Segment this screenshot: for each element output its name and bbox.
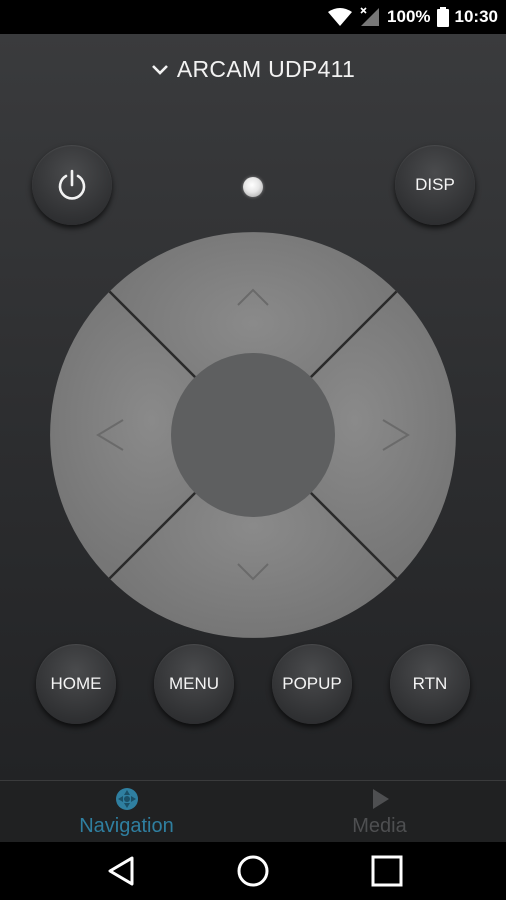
status-bar: 100% 10:30 <box>0 0 506 34</box>
home-label: HOME <box>50 674 102 693</box>
home-system-button[interactable] <box>218 842 288 900</box>
menu-label: MENU <box>168 674 220 693</box>
bottom-tab-bar: Navigation Media <box>0 780 506 843</box>
popup-label: POPUP <box>282 674 342 693</box>
clock: 10:30 <box>454 7 498 26</box>
recents-button[interactable] <box>352 842 422 900</box>
device-selector[interactable]: ARCAM UDP411 <box>0 56 506 83</box>
back-icon <box>108 856 134 886</box>
wifi-icon <box>328 8 353 26</box>
dpad <box>50 232 456 638</box>
power-button[interactable] <box>32 145 112 225</box>
rtn-button[interactable]: RTN <box>390 644 470 724</box>
battery-icon <box>436 7 449 27</box>
tab-media[interactable]: Media <box>253 781 506 843</box>
remote-panel: ARCAM UDP411 DISP HOME MENU POPUP RTN <box>0 34 506 780</box>
recents-icon <box>371 855 403 887</box>
tab-media-label: Media <box>352 814 407 837</box>
chevron-down-icon <box>151 64 168 75</box>
power-icon <box>58 169 86 200</box>
disp-label: DISP <box>415 175 455 194</box>
rtn-label: RTN <box>412 674 448 693</box>
popup-button[interactable]: POPUP <box>272 644 352 724</box>
tab-navigation-label: Navigation <box>79 814 174 837</box>
tab-navigation[interactable]: Navigation <box>0 781 253 843</box>
signal-icon <box>360 7 380 26</box>
battery-percent: 100% <box>387 7 431 26</box>
device-name: ARCAM UDP411 <box>176 56 356 82</box>
home-button[interactable]: HOME <box>36 644 116 724</box>
menu-button[interactable]: MENU <box>154 644 234 724</box>
back-button[interactable] <box>86 842 156 900</box>
disp-button[interactable]: DISP <box>395 145 475 225</box>
status-led <box>243 177 263 197</box>
system-nav-bar <box>0 842 506 900</box>
play-icon <box>372 788 389 809</box>
navigation-icon <box>115 787 138 810</box>
home-circle-icon <box>237 855 269 887</box>
dpad-ok-button[interactable] <box>171 353 335 517</box>
